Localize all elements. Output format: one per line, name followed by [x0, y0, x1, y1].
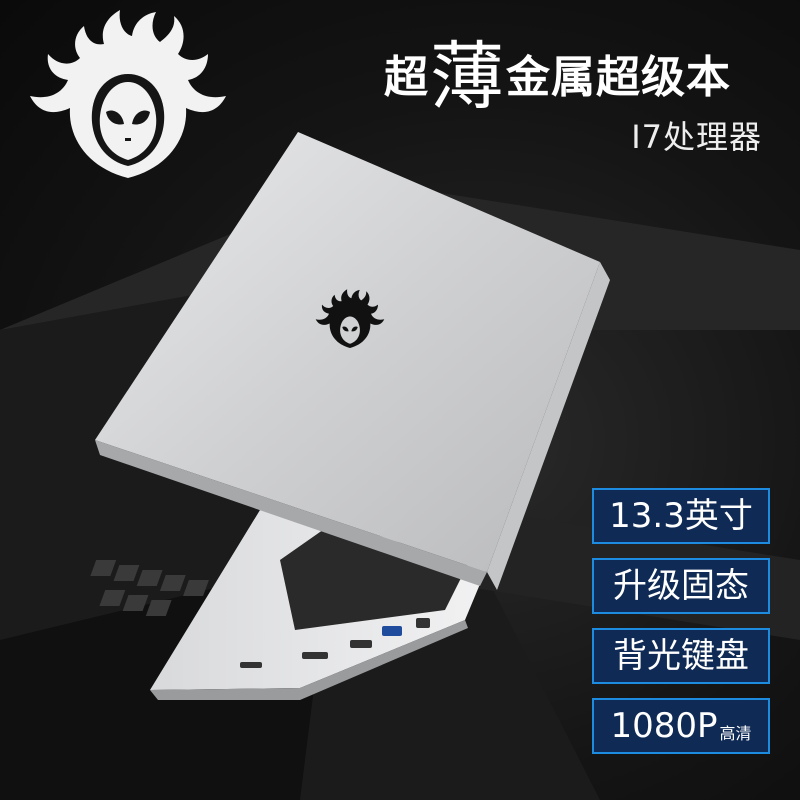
product-banner: 超 薄 金属超级本 I7处理器 13.3英寸 升级固态 背光键盘 1080P 高… [0, 0, 800, 800]
feature-badge-ssd: 升级固态 [592, 558, 770, 614]
feature-badge-resolution: 1080P 高清 [592, 698, 770, 754]
badge-label: 1080P [610, 706, 718, 746]
badge-label: 背光键盘 [613, 636, 749, 676]
badge-suffix: 高清 [719, 724, 752, 743]
badge-label: 升级固态 [613, 566, 749, 606]
feature-badge-backlit-keyboard: 背光键盘 [592, 628, 770, 684]
badge-label: 13.3英寸 [609, 496, 753, 536]
feature-badge-screen-size: 13.3英寸 [592, 488, 770, 544]
